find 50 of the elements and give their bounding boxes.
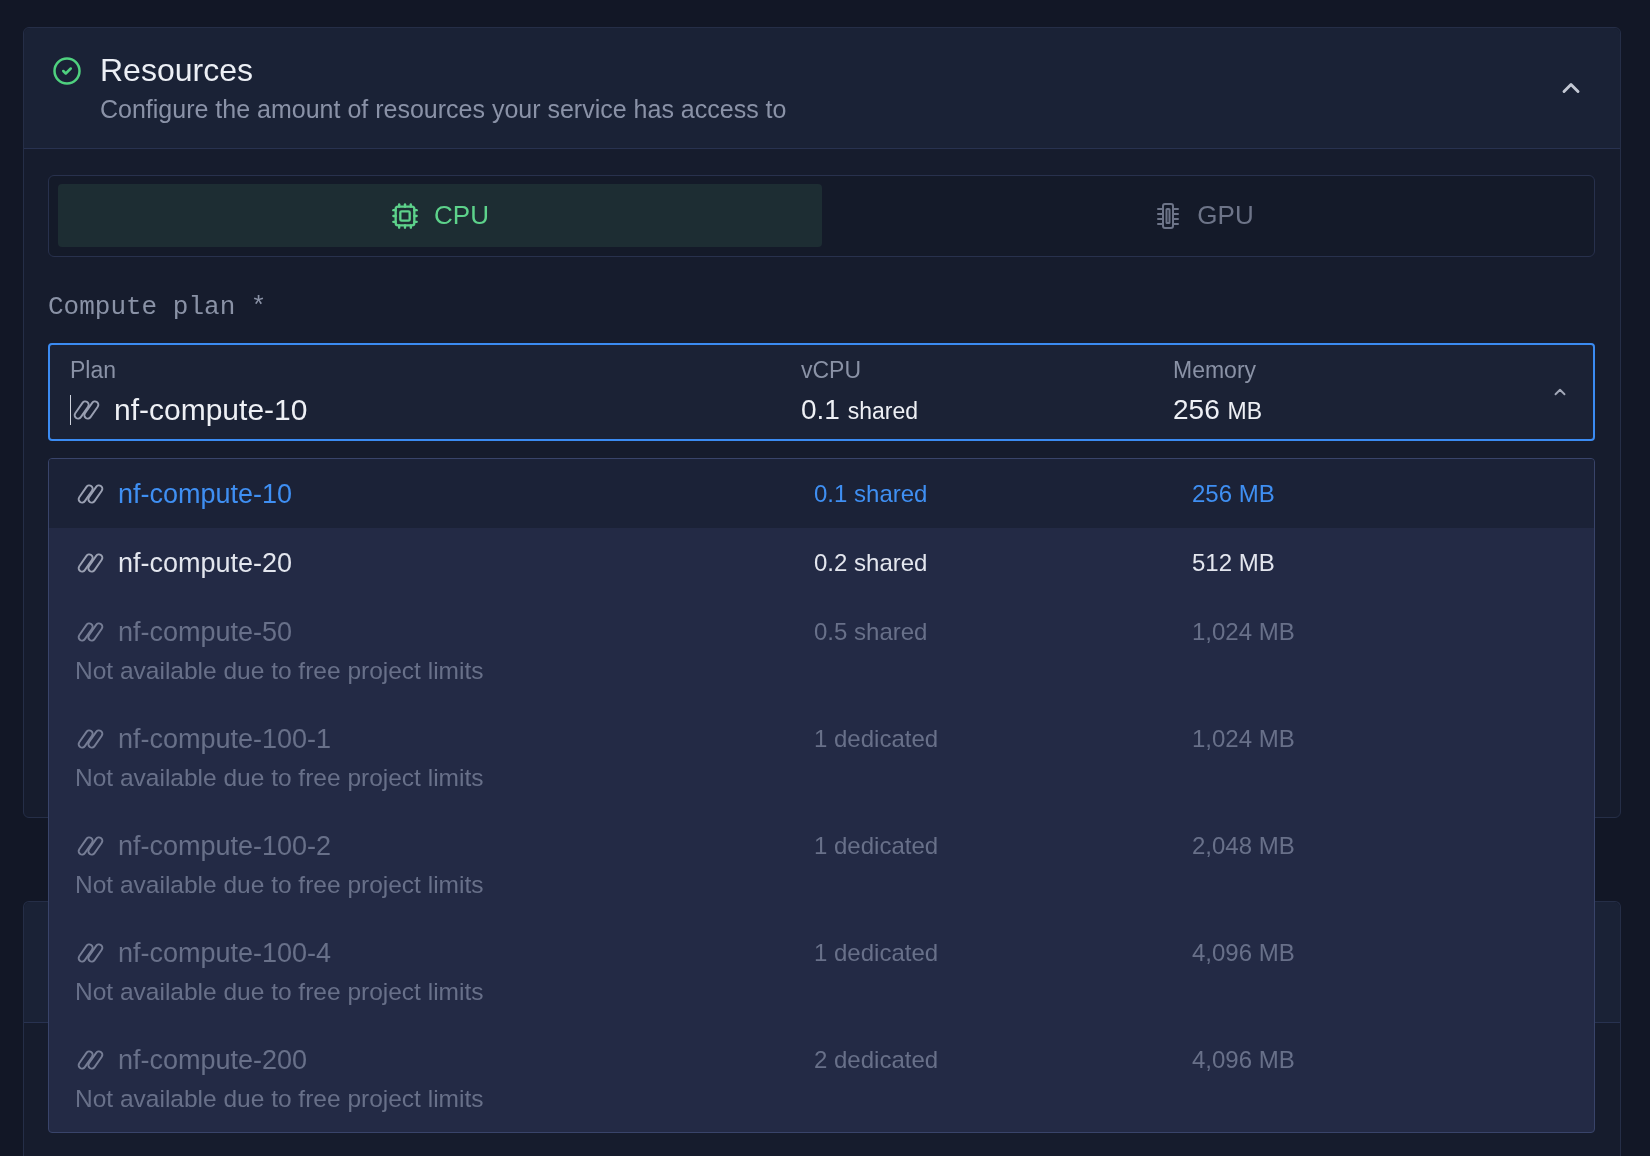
vcpu-text: 1 dedicated: [814, 831, 940, 861]
plan-name: nf-compute-10: [118, 478, 293, 511]
column-label: Memory: [1173, 357, 1257, 383]
memory-text: 512 MB: [1192, 548, 1276, 578]
text-cursor: [70, 395, 71, 425]
plan-name: nf-compute-100-2: [118, 830, 332, 863]
section-subtitle: Configure the amount of resources your service has access to: [100, 94, 787, 124]
vcpu-text: 2 dedicated: [814, 1045, 940, 1075]
chip-icon: [391, 201, 420, 230]
logo-icon: [71, 398, 102, 422]
logo-icon: [75, 1048, 106, 1072]
availability-note: Not available due to free project limits: [75, 763, 484, 793]
vcpu-value: 0.1 shared: [801, 392, 919, 427]
availability-note: Not available due to free project limits: [75, 977, 484, 1007]
memory-text: 2,048 MB: [1192, 831, 1296, 861]
logo-icon: [75, 482, 106, 506]
memory-text: 4,096 MB: [1192, 938, 1296, 968]
plan-option[interactable]: nf-compute-20 0.2 shared 512 MB: [49, 528, 1594, 597]
vcpu-text: 1 dedicated: [814, 938, 940, 968]
vcpu-text: 0.1 shared: [814, 479, 929, 509]
tab[interactable]: GPU: [822, 184, 1586, 247]
field-label: Compute plan *: [48, 292, 267, 322]
memory-text: 256 MB: [1192, 479, 1276, 509]
logo-icon: [75, 941, 106, 965]
plan-name: nf-compute-200: [118, 1044, 308, 1077]
vcpu-text: 0.5 shared: [814, 617, 929, 647]
plan-value: nf-compute-10: [114, 393, 308, 427]
plan-option[interactable]: nf-compute-10 0.1 shared 256 MB: [49, 459, 1594, 528]
logo-icon: [75, 834, 106, 858]
vcpu-text: 1 dedicated: [814, 724, 940, 754]
memory-text: 1,024 MB: [1192, 617, 1296, 647]
vcpu-text: 0.2 shared: [814, 548, 929, 578]
availability-note: Not available due to free project limits: [75, 1084, 484, 1114]
plan-name: nf-compute-100-1: [118, 723, 332, 756]
plan-name: nf-compute-20: [118, 547, 293, 580]
plan-select[interactable]: Plan nf-compute-10 vCPU 0.1 shared Memory 256 MB: [48, 343, 1595, 441]
plan-name: nf-compute-100-4: [118, 937, 332, 970]
column-label: vCPU: [801, 357, 862, 383]
availability-note: Not available due to free project limits: [75, 870, 484, 900]
logo-icon: [75, 727, 106, 751]
logo-icon: [75, 551, 106, 575]
plan-name: nf-compute-50: [118, 616, 293, 649]
logo-icon: [75, 620, 106, 644]
tab[interactable]: CPU: [58, 184, 822, 247]
memory-text: 4,096 MB: [1192, 1045, 1296, 1075]
column-label: Plan: [70, 357, 117, 383]
section-title: Resources: [100, 51, 254, 90]
availability-note: Not available due to free project limits: [75, 656, 484, 686]
memory-text: 1,024 MB: [1192, 724, 1296, 754]
memory-value: 256 MB: [1173, 392, 1262, 427]
